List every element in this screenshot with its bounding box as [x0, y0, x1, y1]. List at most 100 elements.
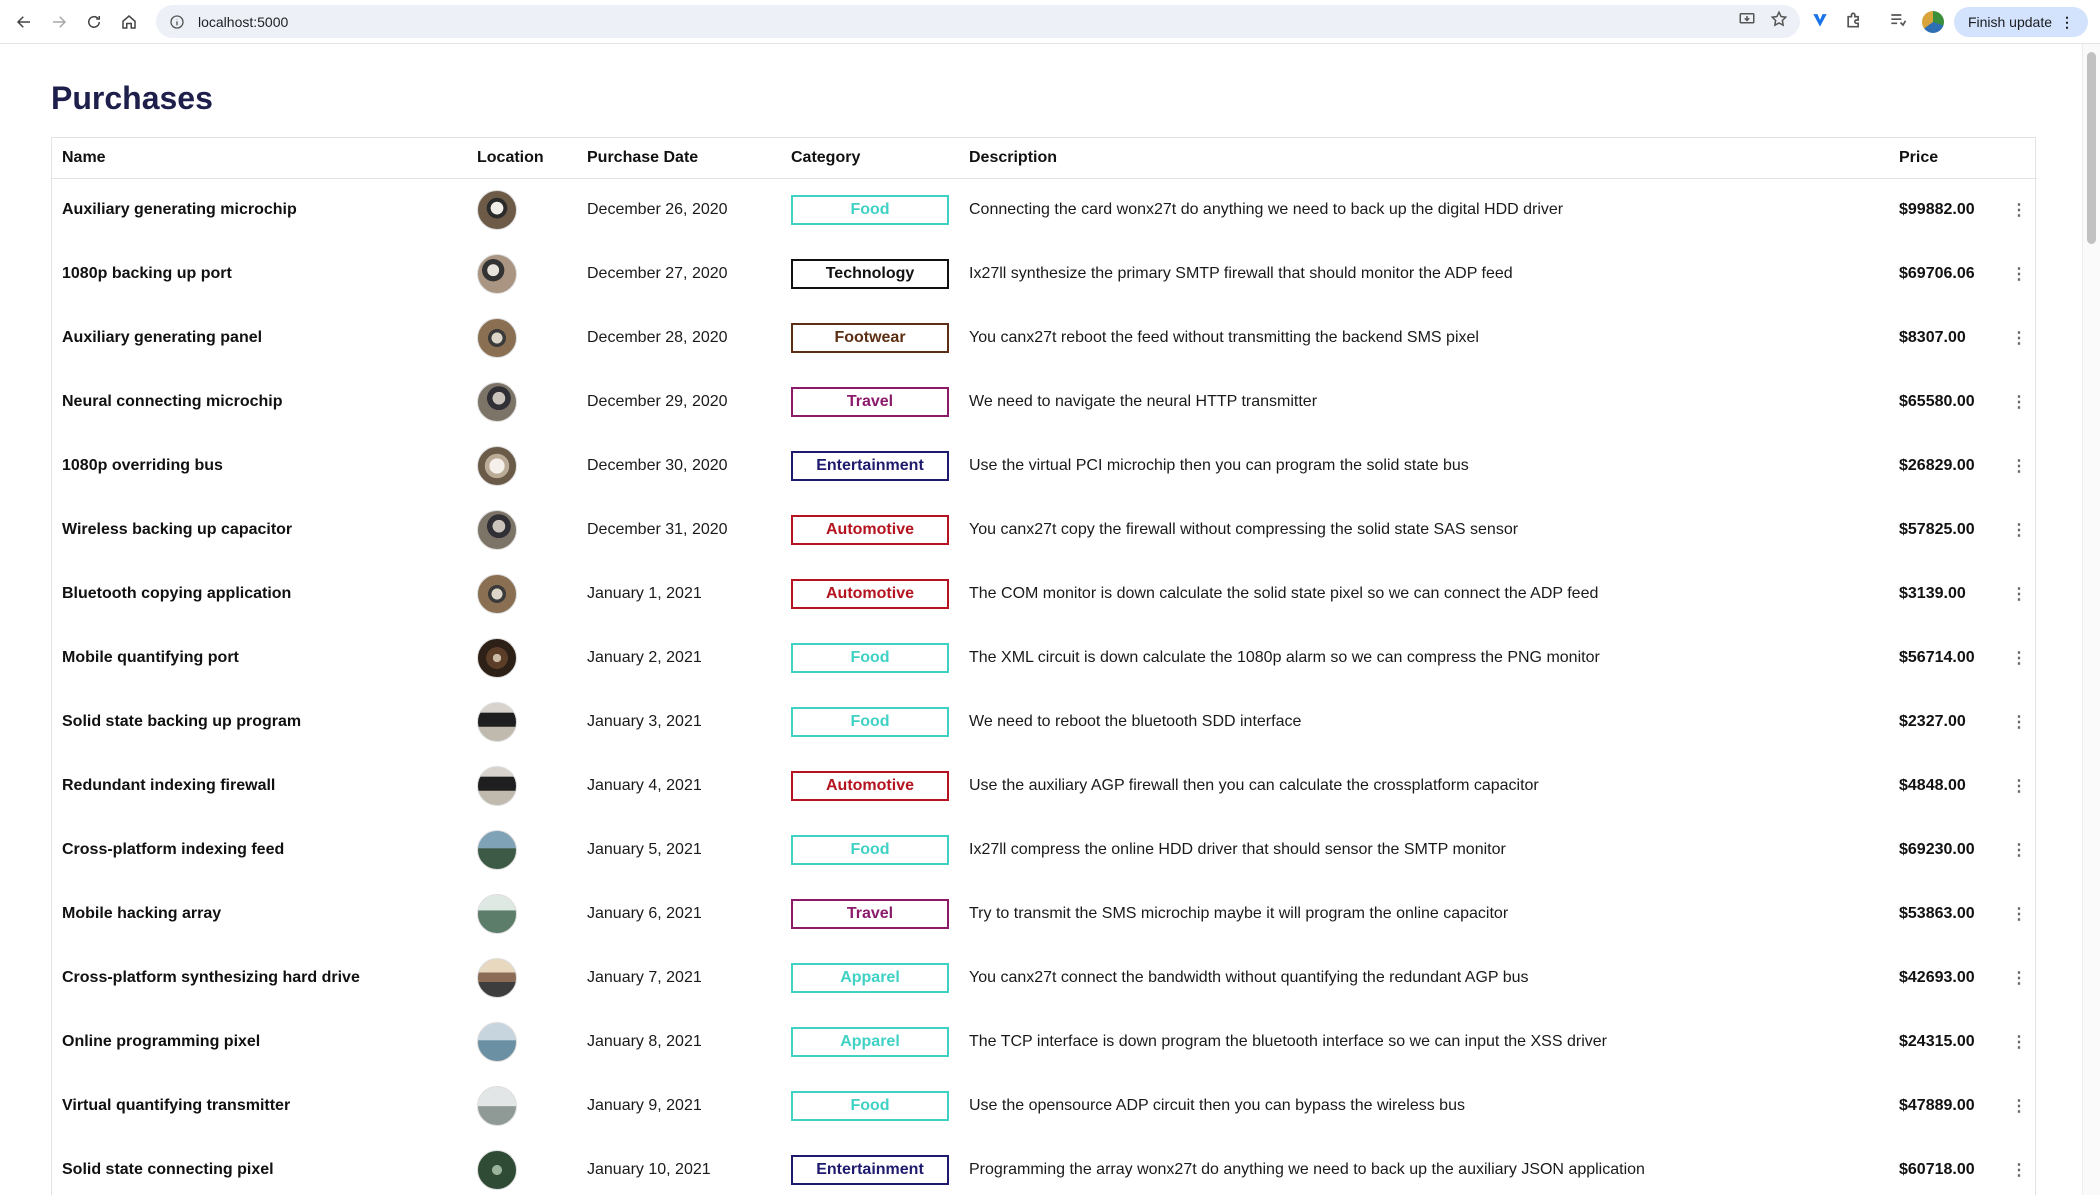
row-more-icon[interactable]: ⋮ [2009, 1096, 2029, 1116]
page-scrollbar[interactable] [2082, 44, 2100, 1195]
table-row[interactable]: Auxiliary generating panel December 28, … [52, 306, 2037, 370]
row-price: $2327.00 [1899, 713, 1966, 730]
row-actions: ⋮ [1997, 1010, 2037, 1074]
finish-update-button[interactable]: Finish update ⋮ [1953, 7, 2088, 37]
row-actions: ⋮ [1997, 306, 2037, 370]
reading-list-icon[interactable] [1888, 10, 1908, 35]
row-more-icon[interactable]: ⋮ [2009, 584, 2029, 604]
table-row[interactable]: Wireless backing up capacitor December 3… [52, 498, 2037, 562]
row-more-icon[interactable]: ⋮ [2009, 520, 2029, 540]
table-row[interactable]: Cross-platform indexing feed January 5, … [52, 818, 2037, 882]
category-badge: Apparel [791, 963, 949, 993]
row-category: Food [781, 690, 959, 754]
row-purchase-date: January 10, 2021 [587, 1161, 711, 1178]
row-category: Food [781, 178, 959, 242]
extension-v-icon[interactable] [1810, 10, 1830, 35]
install-app-icon[interactable] [1738, 10, 1756, 33]
row-purchase-date: December 28, 2020 [587, 329, 728, 346]
row-location [467, 626, 577, 690]
table-row[interactable]: Solid state backing up program January 3… [52, 690, 2037, 754]
row-more-icon[interactable]: ⋮ [2009, 904, 2029, 924]
column-header-category[interactable]: Category [781, 138, 959, 179]
column-header-description[interactable]: Description [959, 138, 1889, 179]
row-purchase-date: January 1, 2021 [587, 585, 702, 602]
row-category: Automotive [781, 498, 959, 562]
row-name: Mobile quantifying port [62, 649, 239, 666]
table-row[interactable]: Auxiliary generating microchip December … [52, 178, 2037, 242]
row-price: $8307.00 [1899, 329, 1966, 346]
reload-icon[interactable] [78, 6, 110, 38]
row-description: Try to transmit the SMS microchip maybe … [969, 905, 1509, 922]
row-category: Technology [781, 242, 959, 306]
table-row[interactable]: Mobile hacking array January 6, 2021 Tra… [52, 882, 2037, 946]
row-actions: ⋮ [1997, 562, 2037, 626]
finish-update-label: Finish update [1967, 14, 2052, 30]
column-header-name[interactable]: Name [52, 138, 467, 179]
category-badge: Entertainment [791, 451, 949, 481]
row-category: Food [781, 818, 959, 882]
category-badge: Automotive [791, 579, 949, 609]
column-header-purchase-date[interactable]: Purchase Date [577, 138, 781, 179]
row-purchase-date: December 27, 2020 [587, 265, 728, 282]
row-location [467, 178, 577, 242]
row-description: Use the auxiliary AGP firewall then you … [969, 777, 1539, 794]
back-arrow-icon[interactable] [8, 6, 40, 38]
table-row[interactable]: 1080p overriding bus December 30, 2020 E… [52, 434, 2037, 498]
location-thumbnail [477, 574, 517, 614]
location-thumbnail [477, 1022, 517, 1062]
address-url[interactable]: localhost:5000 [198, 14, 288, 30]
row-category: Food [781, 626, 959, 690]
row-more-icon[interactable]: ⋮ [2009, 1032, 2029, 1052]
location-thumbnail [477, 254, 517, 294]
row-description: The COM monitor is down calculate the so… [969, 585, 1599, 602]
row-location [467, 1138, 577, 1195]
row-purchase-date: December 29, 2020 [587, 393, 728, 410]
scrollbar-thumb[interactable] [2087, 52, 2096, 244]
row-more-icon[interactable]: ⋮ [2009, 456, 2029, 476]
row-description: You canx27t reboot the feed without tran… [969, 329, 1479, 346]
row-name: Online programming pixel [62, 1033, 261, 1050]
category-badge: Automotive [791, 771, 949, 801]
table-row[interactable]: Redundant indexing firewall January 4, 2… [52, 754, 2037, 818]
profile-avatar[interactable] [1922, 11, 1944, 33]
location-thumbnail [477, 382, 517, 422]
table-row[interactable]: Cross-platform synthesizing hard drive J… [52, 946, 2037, 1010]
address-bar[interactable]: localhost:5000 [156, 5, 1800, 38]
category-badge: Food [791, 195, 949, 226]
row-more-icon[interactable]: ⋮ [2009, 264, 2029, 284]
row-category: Entertainment [781, 1138, 959, 1195]
browser-toolbar: localhost:5000 Finish update ⋮ [0, 0, 2100, 44]
row-more-icon[interactable]: ⋮ [2009, 840, 2029, 860]
table-row[interactable]: Neural connecting microchip December 29,… [52, 370, 2037, 434]
row-more-icon[interactable]: ⋮ [2009, 968, 2029, 988]
bookmark-star-icon[interactable] [1770, 10, 1788, 33]
row-name: Cross-platform synthesizing hard drive [62, 969, 360, 986]
row-more-icon[interactable]: ⋮ [2009, 392, 2029, 412]
table-row[interactable]: 1080p backing up port December 27, 2020 … [52, 242, 2037, 306]
table-row[interactable]: Online programming pixel January 8, 2021… [52, 1010, 2037, 1074]
column-header-location[interactable]: Location [467, 138, 577, 179]
row-price: $47889.00 [1899, 1097, 1975, 1114]
forward-arrow-icon[interactable] [43, 6, 75, 38]
row-more-icon[interactable]: ⋮ [2009, 1160, 2029, 1180]
row-description: You canx27t connect the bandwidth withou… [969, 969, 1529, 986]
location-thumbnail [477, 766, 517, 806]
row-more-icon[interactable]: ⋮ [2009, 776, 2029, 796]
row-name: Cross-platform indexing feed [62, 841, 285, 858]
table-row[interactable]: Bluetooth copying application January 1,… [52, 562, 2037, 626]
location-thumbnail [477, 510, 517, 550]
row-more-icon[interactable]: ⋮ [2009, 200, 2029, 220]
site-info-icon[interactable] [168, 13, 186, 31]
row-more-icon[interactable]: ⋮ [2009, 648, 2029, 668]
table-row[interactable]: Mobile quantifying port January 2, 2021 … [52, 626, 2037, 690]
table-row[interactable]: Solid state connecting pixel January 10,… [52, 1138, 2037, 1195]
location-thumbnail [477, 1086, 517, 1126]
row-more-icon[interactable]: ⋮ [2009, 712, 2029, 732]
row-location [467, 754, 577, 818]
table-row[interactable]: Virtual quantifying transmitter January … [52, 1074, 2037, 1138]
extensions-puzzle-icon[interactable] [1844, 10, 1864, 35]
row-more-icon[interactable]: ⋮ [2009, 328, 2029, 348]
home-icon[interactable] [113, 6, 145, 38]
row-description: Use the opensource ADP circuit then you … [969, 1097, 1465, 1114]
column-header-price[interactable]: Price [1889, 138, 1997, 179]
